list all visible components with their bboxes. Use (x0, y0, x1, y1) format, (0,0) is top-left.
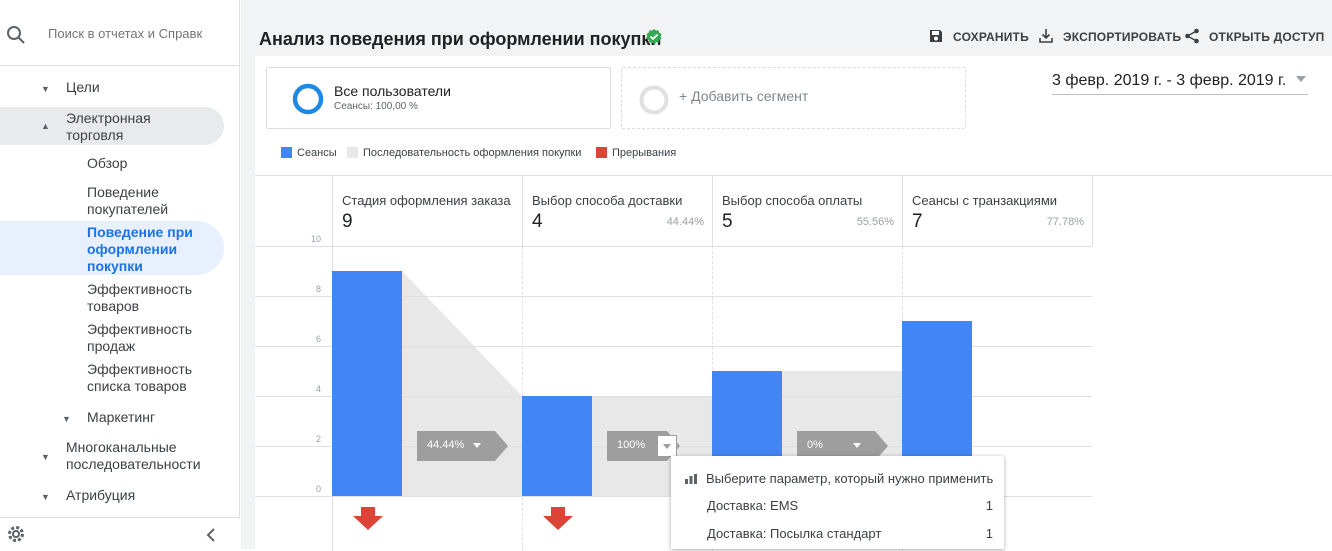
nav-sales-performance[interactable]: Эффективность продаж (87, 321, 207, 355)
caret-down-icon[interactable]: ▼ (41, 84, 50, 94)
search-icon[interactable] (6, 25, 26, 45)
column-separator (1092, 176, 1093, 246)
legend-abandon: Прерывания (612, 147, 677, 159)
dropdown-option-count: 1 (985, 526, 993, 541)
arrow-right-icon (495, 431, 508, 461)
nav-goals[interactable]: Цели (66, 79, 100, 96)
stage-title: Стадия оформления заказа (342, 193, 511, 208)
nav-ecommerce[interactable]: Электронная торговля (66, 110, 196, 144)
share-button[interactable]: ОТКРЫТЬ ДОСТУП (1209, 30, 1325, 44)
nav-product-list-performance[interactable]: Эффективность списка товаров (87, 361, 207, 395)
sessions-bar[interactable] (332, 271, 402, 496)
legend-swatch-funnel (347, 147, 358, 158)
chevron-down-icon (473, 443, 481, 448)
save-button[interactable]: СОХРАНИТЬ (953, 30, 1029, 44)
y-tick-label: 4 (315, 384, 321, 394)
nav-overview[interactable]: Обзор (87, 155, 127, 172)
stage-value: 7 (912, 211, 923, 232)
search-bar (0, 0, 240, 66)
stage-value: 5 (722, 211, 733, 232)
stage-value: 9 (342, 211, 353, 232)
y-tick-label: 2 (315, 434, 321, 444)
segment-sub: Сеансы: 100,00 % (334, 101, 418, 112)
nav-marketing[interactable]: Маркетинг (87, 409, 155, 426)
nav-attribution[interactable]: Атрибуция (66, 487, 135, 504)
caret-down-icon[interactable]: ▼ (41, 492, 50, 502)
conversion-rate-button[interactable]: 100% (607, 431, 680, 461)
nav-checkout-behavior[interactable]: Поведение при оформлении покупки (87, 224, 207, 275)
dropdown-toggle[interactable] (657, 435, 677, 457)
legend-sessions: Сеансы (297, 147, 337, 159)
segment-name: Все пользователи (334, 83, 451, 99)
sidebar-footer (0, 517, 240, 549)
dimension-dropdown: Выберите параметр, который нужно примени… (671, 456, 1004, 549)
sidebar: ▼ Цели ▲ Электронная торговля Обзор Пове… (0, 0, 240, 549)
conversion-rate-label: 44.44% (427, 439, 465, 451)
main-content: Анализ поведения при оформлении покупки … (241, 0, 1332, 551)
download-icon[interactable] (1038, 28, 1054, 44)
y-tick-label: 8 (315, 284, 321, 294)
abandonment-arrow-icon[interactable] (353, 507, 383, 530)
stage-value: 4 (532, 211, 543, 232)
export-button[interactable]: ЭКСПОРТИРОВАТЬ (1063, 30, 1181, 44)
caret-up-icon[interactable]: ▲ (41, 121, 50, 131)
dropdown-option[interactable]: Доставка: EMS (707, 498, 798, 513)
stage-header: Сеансы с транзакциями 7 77.78% (902, 176, 1092, 246)
funnel-flow-shape (402, 271, 522, 496)
stage-header: Стадия оформления заказа 9 (332, 176, 522, 246)
nav-product-performance[interactable]: Эффективность товаров (87, 281, 207, 315)
grid-line (255, 246, 1092, 247)
nav-shopping-behavior[interactable]: Поведение покупателей (87, 184, 197, 218)
save-icon[interactable] (928, 28, 944, 44)
conversion-rate-label: 100% (617, 439, 646, 451)
y-tick-label: 0 (315, 484, 321, 494)
verified-icon (646, 29, 662, 44)
abandonment-arrow-icon[interactable] (543, 507, 573, 530)
search-input[interactable] (48, 26, 218, 41)
page-title: Анализ поведения при оформлении покупки (259, 29, 662, 49)
legend-funnel: Последовательность оформления покупки (363, 147, 582, 159)
sessions-bar[interactable] (522, 396, 592, 496)
stage-header: Выбор способа доставки 4 44.44% (522, 176, 712, 246)
dropdown-option-count: 1 (985, 498, 993, 513)
chevron-left-icon[interactable] (206, 528, 216, 542)
conversion-rate-button[interactable]: 44.44% (417, 431, 508, 461)
y-tick-label: 6 (315, 334, 321, 344)
legend-swatch-abandon (596, 147, 607, 158)
empty-ring-icon (639, 85, 669, 115)
dropdown-header: Выберите параметр, который нужно примени… (706, 471, 994, 486)
y-tick-label: 10 (310, 234, 321, 244)
chevron-down-icon (853, 443, 861, 448)
date-range-text: 3 февр. 2019 г. - 3 февр. 2019 г. (1052, 72, 1287, 89)
dropdown-option[interactable]: Доставка: Посылка стандарт (707, 526, 881, 541)
stage-percent: 44.44% (666, 216, 704, 228)
stage-header: Выбор способа оплаты 5 55.56% (712, 176, 902, 246)
caret-down-icon[interactable]: ▼ (62, 414, 71, 424)
stage-title: Выбор способа оплаты (722, 193, 863, 208)
add-segment-button[interactable]: + Добавить сегмент (621, 67, 966, 129)
date-range-picker[interactable]: 3 февр. 2019 г. - 3 февр. 2019 г. (1052, 72, 1308, 95)
dropdown-arrow-icon (1296, 76, 1306, 82)
stage-percent: 77.78% (1046, 216, 1084, 228)
segment-ring-icon (292, 83, 324, 115)
caret-down-icon[interactable]: ▼ (41, 452, 50, 462)
stage-title: Сеансы с транзакциями (912, 193, 1058, 208)
stage-percent: 55.56% (856, 216, 894, 228)
add-segment-label: + Добавить сегмент (679, 88, 809, 104)
bar-chart-icon (685, 474, 697, 484)
conversion-rate-label: 0% (807, 439, 823, 451)
legend-swatch-sessions (281, 147, 292, 158)
chevron-down-icon (663, 444, 671, 449)
gear-icon[interactable] (6, 524, 26, 544)
stage-title: Выбор способа доставки (532, 193, 683, 208)
nav-multichannel[interactable]: Многоканальные последовательности (66, 439, 226, 473)
share-icon[interactable] (1184, 28, 1200, 44)
segment-all-users[interactable]: Все пользователи Сеансы: 100,00 % (266, 67, 611, 129)
